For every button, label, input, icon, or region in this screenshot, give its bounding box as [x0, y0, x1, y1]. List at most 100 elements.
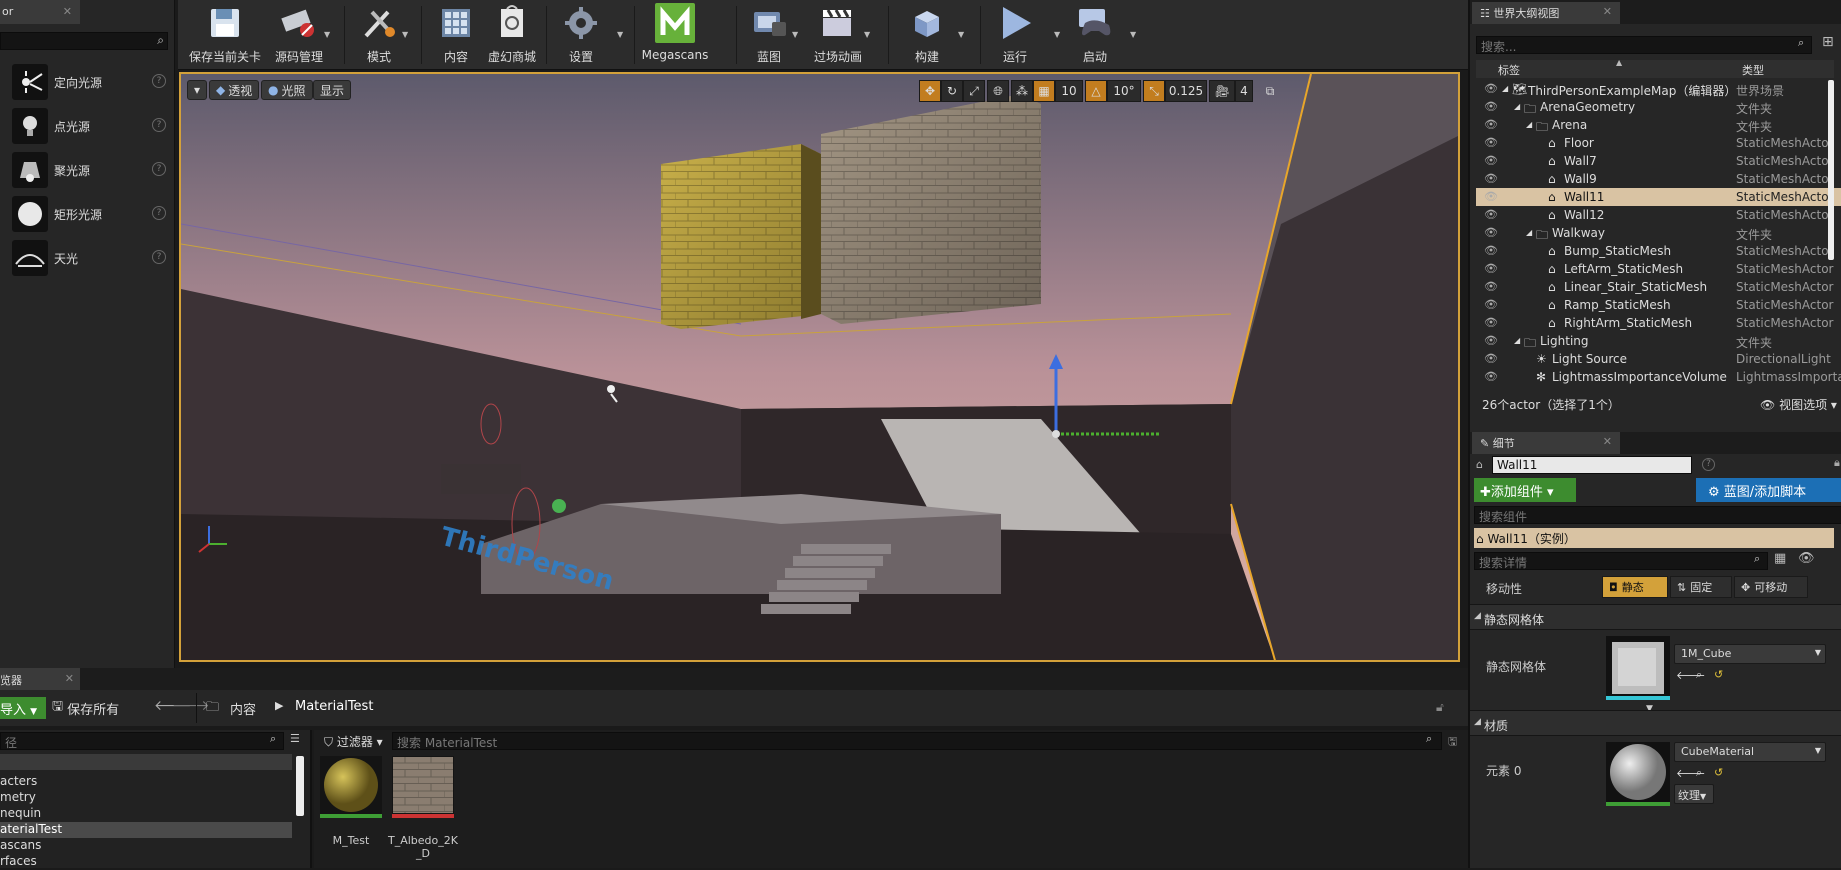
perspective-button[interactable]: ◆ 透视 [209, 80, 260, 100]
camera-speed-icon[interactable]: 🎥︎ [1209, 80, 1235, 102]
outliner-row[interactable]: 👁︎ ⌂ Bump_StaticMesh StaticMeshActor [1476, 242, 1841, 260]
visibility-eye-icon[interactable]: 👁︎ [1484, 244, 1498, 257]
chevron-down-icon[interactable]: ▼ [1130, 30, 1136, 39]
place-item-directional-light[interactable]: 定向光源 ? [8, 60, 168, 104]
outliner-tab[interactable]: ☷ 世界大纲视图 ✕ [1472, 2, 1620, 24]
outliner-row[interactable]: 👁︎ ◢ 🗀︎ Walkway 文件夹 [1476, 224, 1841, 242]
place-actors-tab[interactable]: or ✕ [0, 0, 80, 24]
outliner-row[interactable]: 👁︎ ⌂ Linear_Stair_StaticMesh StaticMeshActo… [1476, 278, 1841, 296]
reset-icon[interactable]: ↺ [1714, 766, 1723, 779]
actor-name-field[interactable]: Wall11 [1492, 456, 1692, 474]
filters-button[interactable]: ⛉ 过滤器 ▾ [324, 733, 383, 750]
asset-thumbnail-m-test[interactable] [320, 756, 382, 818]
build-button[interactable]: 构建 [902, 4, 952, 66]
cinematics-button[interactable]: 过场动画 [808, 4, 868, 66]
outliner-row[interactable]: 👁︎ ⌂ Floor StaticMeshActor [1476, 134, 1841, 152]
grid-snap-icon[interactable]: ▦ [1033, 80, 1055, 102]
outliner-row[interactable]: 👁︎ ⌂ Wall12 StaticMeshActor [1476, 206, 1841, 224]
modes-button[interactable]: 模式 [354, 4, 404, 66]
import-button[interactable]: 导入 ▼ [0, 697, 46, 719]
folder-item-selected[interactable]: aterialTest [0, 822, 292, 838]
component-search-input[interactable]: 搜索组件 [1474, 506, 1841, 524]
lock-icon[interactable]: 🔒︎ [1834, 456, 1840, 470]
folder-item[interactable]: nequin [0, 806, 292, 822]
outliner-row[interactable]: 👁︎ ⌂ RightArm_StaticMesh StaticMeshActor [1476, 314, 1841, 332]
material-dropdown[interactable]: CubeMaterial ▼ [1674, 742, 1826, 762]
outliner-row[interactable]: 👁︎ ⌂ LeftArm_StaticMesh StaticMeshActor [1476, 260, 1841, 278]
list-options-icon[interactable]: ☰ [290, 732, 300, 745]
help-icon[interactable]: ? [152, 74, 166, 88]
expand-arrow-icon[interactable]: ◢ [1514, 102, 1520, 111]
visibility-eye-icon[interactable]: 👁︎ [1484, 190, 1498, 203]
outliner-row[interactable]: 👁︎ ✻ LightmassImportanceVolume LightmassImp… [1476, 368, 1841, 386]
level-viewport[interactable]: ThirdPerson ▾ ◆ 透视 ● 光照 显示 ✥ ↻ ⤢ 🌐︎ ⁂ ▦ 10… [179, 72, 1460, 662]
scrollbar[interactable] [296, 756, 304, 816]
maximize-viewport-icon[interactable]: ⧉ [1261, 80, 1279, 102]
breadcrumb-content[interactable]: 内容 [230, 699, 256, 718]
outliner-row[interactable]: 👁︎ ☀ Light Source DirectionalLight [1476, 350, 1841, 368]
outliner-search-input[interactable]: 搜索... [1476, 36, 1812, 54]
outliner-row[interactable]: 👁︎ ◢ 🗀︎ Arena 文件夹 [1476, 116, 1841, 134]
close-icon[interactable]: ✕ [65, 672, 74, 685]
component-row-selected[interactable]: ⌂ Wall11（实例） [1474, 528, 1834, 548]
expand-arrow-icon[interactable]: ◢ [1526, 228, 1532, 237]
browse-icon[interactable]: ⌕ [1696, 766, 1702, 780]
chevron-down-icon[interactable]: ▼ [402, 30, 408, 39]
close-icon[interactable]: ✕ [1603, 435, 1612, 448]
rotation-snap-value[interactable]: 10° [1107, 80, 1141, 102]
texture-dropdown[interactable]: 纹理▼ [1674, 784, 1714, 804]
megascans-button[interactable]: Megascans [640, 3, 710, 66]
path-search-input[interactable]: 径 [0, 732, 284, 750]
rotate-tool-icon[interactable]: ↻ [941, 80, 963, 102]
visibility-eye-icon[interactable]: 👁︎ [1484, 316, 1498, 329]
source-control-button[interactable]: 源码管理 [270, 4, 328, 66]
scale-snap-icon[interactable]: ⤡ [1143, 80, 1165, 102]
marketplace-button[interactable]: 虚幻商城 [484, 4, 540, 66]
blueprints-button[interactable]: 蓝图 [744, 4, 794, 66]
outliner-row[interactable]: 👁︎ ◢ 🗀︎ ArenaGeometry 文件夹 [1476, 98, 1841, 116]
static-mesh-thumbnail[interactable] [1606, 636, 1670, 700]
chevron-down-icon[interactable]: ▼ [324, 30, 330, 39]
visibility-eye-icon[interactable]: 👁︎ [1484, 172, 1498, 185]
expand-arrow-icon[interactable]: ◢ [1526, 120, 1532, 129]
help-icon[interactable]: ? [152, 206, 166, 220]
view-options-button[interactable]: 👁︎ 视图选项 ▾ [1760, 396, 1837, 413]
browse-icon[interactable]: ⌕ [1696, 668, 1702, 682]
visibility-eye-icon[interactable]: 👁︎ [1484, 334, 1498, 347]
place-item-rect-light[interactable]: 矩形光源 ? [8, 192, 168, 236]
lock-icon[interactable]: 🔓︎ [1436, 700, 1444, 715]
scrollbar[interactable] [1828, 80, 1834, 260]
help-icon[interactable]: ? [1702, 458, 1715, 471]
rotation-snap-icon[interactable]: △ [1085, 80, 1107, 102]
chevron-down-icon[interactable]: ▼ [864, 30, 870, 39]
visibility-eye-icon[interactable]: 👁︎ [1484, 280, 1498, 293]
help-icon[interactable]: ? [152, 250, 166, 264]
save-search-icon[interactable]: 🖫︎ [1448, 733, 1457, 752]
visibility-eye-icon[interactable]: 👁︎ [1484, 226, 1498, 239]
property-matrix-icon[interactable]: ▦ [1774, 551, 1786, 566]
expand-arrow-icon[interactable]: ◢ [1514, 336, 1520, 345]
visibility-eye-icon[interactable]: 👁︎ [1484, 262, 1498, 275]
outliner-row[interactable]: 👁︎ ⌂ Ramp_StaticMesh StaticMeshActor [1476, 296, 1841, 314]
reset-icon[interactable]: ↺ [1714, 668, 1723, 681]
visibility-eye-icon[interactable]: 👁︎ [1484, 100, 1498, 113]
visibility-eye-icon[interactable]: 👁︎ [1484, 352, 1498, 365]
details-search-input[interactable]: 搜索详情 [1474, 552, 1768, 570]
static-mesh-section[interactable]: ◢ 静态网格体 [1470, 604, 1841, 630]
materials-section[interactable]: ◢ 材质 [1470, 710, 1841, 736]
close-icon[interactable]: ✕ [63, 5, 72, 18]
col-label[interactable]: 标签 [1498, 62, 1520, 78]
save-all-button[interactable]: 🖫︎ 保存所有 [52, 697, 119, 719]
surface-snap-icon[interactable]: ⁂ [1011, 80, 1033, 102]
help-icon[interactable]: ? [152, 162, 166, 176]
chevron-down-icon[interactable]: ▼ [1054, 30, 1060, 39]
world-space-icon[interactable]: 🌐︎ [987, 80, 1009, 102]
outliner-row[interactable]: 👁︎ ◢ 🗺︎ ThirdPersonExampleMap（编辑器） 世界场景 [1476, 80, 1841, 98]
forward-arrow-icon[interactable]: 🡒 [172, 697, 210, 714]
col-type[interactable]: 类型 [1742, 62, 1764, 78]
lit-button[interactable]: ● 光照 [261, 80, 313, 100]
scale-tool-icon[interactable]: ⤢ [963, 80, 985, 102]
mobility-stationary-button[interactable]: ⇅ 固定 [1670, 576, 1732, 598]
place-item-point-light[interactable]: 点光源 ? [8, 104, 168, 148]
outliner-row[interactable]: 👁︎ ⌂ Wall9 StaticMeshActor [1476, 170, 1841, 188]
